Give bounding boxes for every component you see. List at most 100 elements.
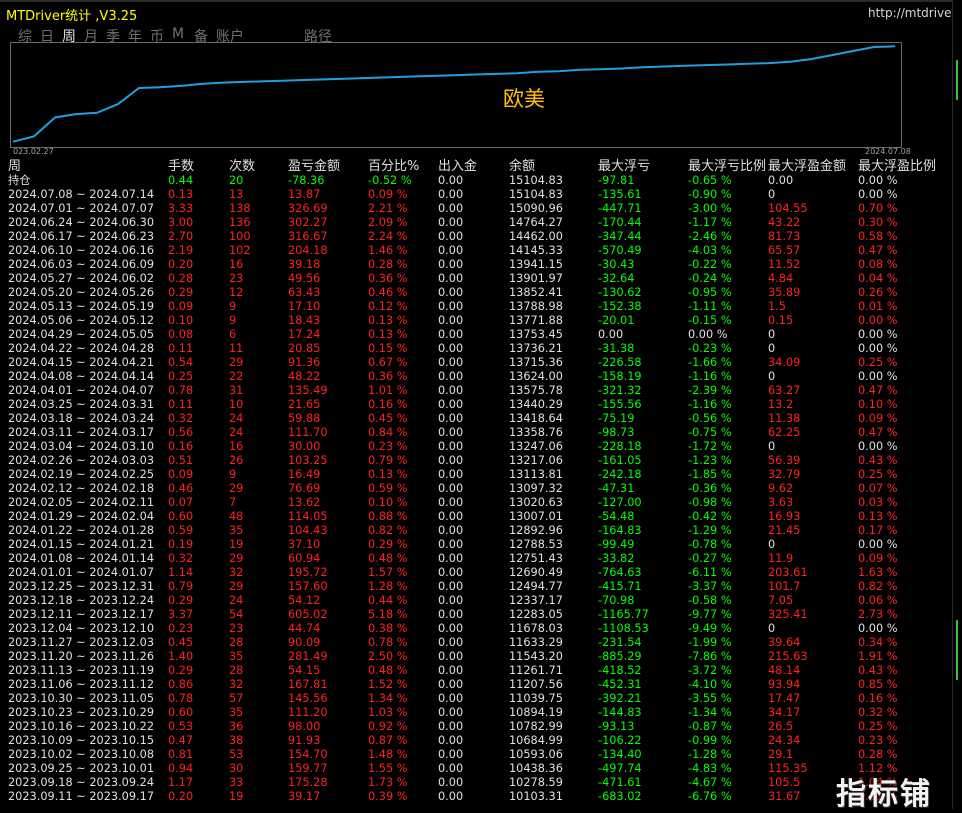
cell-balance: 13901.97 <box>509 272 563 285</box>
column-header[interactable]: 最大浮盈比例 <box>858 160 936 174</box>
column-header[interactable]: 最大浮亏比例 <box>688 160 766 174</box>
table-row[interactable]: 2024.04.22 ~ 2024.04.28 0.11 11 20.85 0.15 %… <box>0 342 952 356</box>
cell-mfpp: 0.13 % <box>858 510 898 523</box>
cell-period: 2024.04.01 ~ 2024.04.07 <box>8 384 155 397</box>
cell-pnl: 204.18 <box>288 244 328 257</box>
cell-mfp: 325.41 <box>768 608 808 621</box>
cell-pct: 1.28 % <box>368 580 408 593</box>
cell-balance: 15090.96 <box>509 202 563 215</box>
column-header[interactable]: 百分比% <box>368 160 419 174</box>
cell-mfl: -392.21 <box>598 692 642 705</box>
table-row[interactable]: 2023.10.09 ~ 2023.10.15 0.47 38 91.93 0.87 %… <box>0 734 952 748</box>
column-header[interactable]: 盈亏金额 <box>288 160 340 174</box>
table-row[interactable]: 2023.11.20 ~ 2023.11.26 1.40 35 281.49 2.50 … <box>0 650 952 664</box>
table-row[interactable]: 2024.03.04 ~ 2024.03.10 0.16 16 30.00 0.23 %… <box>0 440 952 454</box>
cell-pnl: 111.20 <box>288 706 328 719</box>
cell-mfl: -135.61 <box>598 188 642 201</box>
table-row[interactable]: 2024.06.10 ~ 2024.06.16 2.19 102 204.18 1.46… <box>0 244 952 258</box>
table-row[interactable]: 2024.03.18 ~ 2024.03.24 0.32 24 59.88 0.45 %… <box>0 412 952 426</box>
cell-mfp: 0.15 <box>768 314 794 327</box>
cell-pct: 0.88 % <box>368 510 408 523</box>
column-header[interactable]: 最大浮盈金额 <box>768 160 846 174</box>
cell-lots: 0.28 <box>168 272 194 285</box>
cell-pct: 0.84 % <box>368 426 408 439</box>
cell-mflp: -4.03 % <box>688 244 732 257</box>
column-header[interactable]: 周 <box>8 160 21 174</box>
cell-mfl: -1165.77 <box>598 608 649 621</box>
cell-balance: 10782.99 <box>509 720 563 733</box>
cell-mfp: 65.57 <box>768 244 801 257</box>
table-row[interactable]: 2024.05.06 ~ 2024.05.12 0.10 9 18.43 0.13 % 0… <box>0 314 952 328</box>
column-header[interactable]: 最大浮亏 <box>598 160 650 174</box>
table-row[interactable]: 2023.12.04 ~ 2023.12.10 0.23 23 44.74 0.38 %… <box>0 622 952 636</box>
table-row[interactable]: 2023.10.30 ~ 2023.11.05 0.78 57 145.56 1.34 … <box>0 692 952 706</box>
cell-mfp: 35.89 <box>768 286 801 299</box>
table-row[interactable]: 2024.06.17 ~ 2024.06.23 2.70 100 316.67 2.24… <box>0 230 952 244</box>
table-row[interactable]: 2024.04.29 ~ 2024.05.05 0.08 6 17.24 0.13 % 0… <box>0 328 952 342</box>
table-row[interactable]: 2023.10.16 ~ 2023.10.22 0.53 36 98.00 0.92 %… <box>0 720 952 734</box>
cell-io: 0.00 <box>438 384 464 397</box>
table-row[interactable]: 2024.05.27 ~ 2024.06.02 0.28 23 49.56 0.36 %… <box>0 272 952 286</box>
cell-period: 2023.12.25 ~ 2023.12.31 <box>8 580 155 593</box>
cell-mfl: -471.61 <box>598 776 642 789</box>
table-row[interactable]: 2023.11.06 ~ 2023.11.12 0.86 32 167.81 1.52 … <box>0 678 952 692</box>
table-row[interactable]: 2024.04.08 ~ 2024.04.14 0.25 22 48.22 0.36 %… <box>0 370 952 384</box>
table-row[interactable]: 2024.05.20 ~ 2024.05.26 0.29 12 63.43 0.46 %… <box>0 286 952 300</box>
cell-lots: 0.78 <box>168 384 194 397</box>
cell-io: 0.00 <box>438 398 464 411</box>
column-header[interactable]: 手数 <box>168 160 194 174</box>
table-row[interactable]: 2023.09.25 ~ 2023.10.01 0.94 30 159.77 1.55 … <box>0 762 952 776</box>
table-row[interactable]: 2024.01.29 ~ 2024.02.04 0.60 48 114.05 0.88 … <box>0 510 952 524</box>
column-header[interactable]: 余额 <box>509 160 535 174</box>
cell-balance: 13020.63 <box>509 496 563 509</box>
table-row[interactable]: 2024.03.25 ~ 2024.03.31 0.11 10 21.65 0.16 %… <box>0 398 952 412</box>
table-row[interactable]: 2023.12.25 ~ 2023.12.31 0.79 29 157.60 1.28 … <box>0 580 952 594</box>
table-row[interactable]: 2024.01.15 ~ 2024.01.21 0.19 19 37.10 0.29 %… <box>0 538 952 552</box>
cell-pnl: 157.60 <box>288 580 328 593</box>
table-row[interactable]: 2023.10.02 ~ 2023.10.08 0.81 53 154.70 1.48 … <box>0 748 952 762</box>
table-row[interactable]: 2023.10.23 ~ 2023.10.29 0.60 35 111.20 1.03 … <box>0 706 952 720</box>
table-row[interactable]: 2024.02.26 ~ 2024.03.03 0.51 26 103.25 0.79 … <box>0 454 952 468</box>
table-row[interactable]: 2023.09.18 ~ 2023.09.24 1.17 33 175.28 1.73 … <box>0 776 952 790</box>
cell-mfl: -106.22 <box>598 734 642 747</box>
table-row[interactable]: 2023.11.13 ~ 2023.11.19 0.29 28 54.15 0.48 %… <box>0 664 952 678</box>
table-row[interactable]: 2023.09.11 ~ 2023.09.17 0.20 19 39.17 0.39 %… <box>0 790 952 804</box>
table-row[interactable]: 2024.02.19 ~ 2024.02.25 0.09 9 16.49 0.13 % 0… <box>0 468 952 482</box>
table-row[interactable]: 2024.01.08 ~ 2024.01.14 0.32 29 60.94 0.48 %… <box>0 552 952 566</box>
table-row[interactable]: 2024.02.05 ~ 2024.02.11 0.07 7 13.62 0.10 % 0… <box>0 496 952 510</box>
tab-8[interactable]: M <box>172 26 184 42</box>
open-positions-row[interactable]: 持仓 0.44 20 -78.36 -0.52 % 0.00 15104.83 -97.81 -… <box>0 174 952 188</box>
cell-period: 2024.02.05 ~ 2024.02.11 <box>8 496 155 509</box>
table-row[interactable]: 2024.06.24 ~ 2024.06.30 3.00 136 302.27 2.09… <box>0 216 952 230</box>
table-row[interactable]: 2024.05.13 ~ 2024.05.19 0.09 9 17.10 0.12 % 0… <box>0 300 952 314</box>
table-row[interactable]: 2023.11.27 ~ 2023.12.03 0.45 28 90.09 0.78 %… <box>0 636 952 650</box>
cell-mflp: -3.00 % <box>688 202 732 215</box>
cell-mflp: -0.98 % <box>688 496 732 509</box>
cell-mflp: -0.23 % <box>688 342 732 355</box>
cell-mflp: -1.34 % <box>688 706 732 719</box>
column-header[interactable]: 次数 <box>229 160 255 174</box>
cell-mfpp: 0.00 % <box>858 174 898 187</box>
table-row[interactable]: 2024.02.12 ~ 2024.02.18 0.46 29 76.69 0.59 %… <box>0 482 952 496</box>
cell-mflp: -0.78 % <box>688 538 732 551</box>
table-row[interactable]: 2024.01.01 ~ 2024.01.07 1.14 32 195.72 1.57 … <box>0 566 952 580</box>
table-row[interactable]: 2024.07.01 ~ 2024.07.07 3.33 138 326.69 2.21… <box>0 202 952 216</box>
cell-pct: 1.34 % <box>368 692 408 705</box>
table-row[interactable]: 2024.01.22 ~ 2024.01.28 0.59 35 104.43 0.82 … <box>0 524 952 538</box>
cell-io: 0.00 <box>438 734 464 747</box>
table-row[interactable]: 2024.03.11 ~ 2024.03.17 0.56 24 111.70 0.84 … <box>0 426 952 440</box>
column-header[interactable]: 出入金 <box>438 160 477 174</box>
table-row[interactable]: 2024.04.15 ~ 2024.04.21 0.54 29 91.36 0.67 %… <box>0 356 952 370</box>
table-row[interactable]: 2024.07.08 ~ 2024.07.14 0.13 13 13.87 0.09 %… <box>0 188 952 202</box>
cell-period: 2024.01.15 ~ 2024.01.21 <box>8 538 155 551</box>
cell-mflp: -6.76 % <box>688 790 732 803</box>
cell-pct: 0.15 % <box>368 342 408 355</box>
cell-io: 0.00 <box>438 412 464 425</box>
table-row[interactable]: 2023.12.18 ~ 2023.12.24 0.29 24 54.12 0.44 %… <box>0 594 952 608</box>
table-row[interactable]: 2024.06.03 ~ 2024.06.09 0.20 16 39.18 0.28 %… <box>0 258 952 272</box>
table-row[interactable]: 2024.04.01 ~ 2024.04.07 0.78 31 135.49 1.01 … <box>0 384 952 398</box>
cell-mfpp: 0.34 % <box>858 636 898 649</box>
table-row[interactable]: 2023.12.11 ~ 2023.12.17 3.37 54 605.02 5.18 … <box>0 608 952 622</box>
website-link[interactable]: http://mtdriver.cn <box>868 6 962 20</box>
cell-balance: 11261.71 <box>509 664 563 677</box>
